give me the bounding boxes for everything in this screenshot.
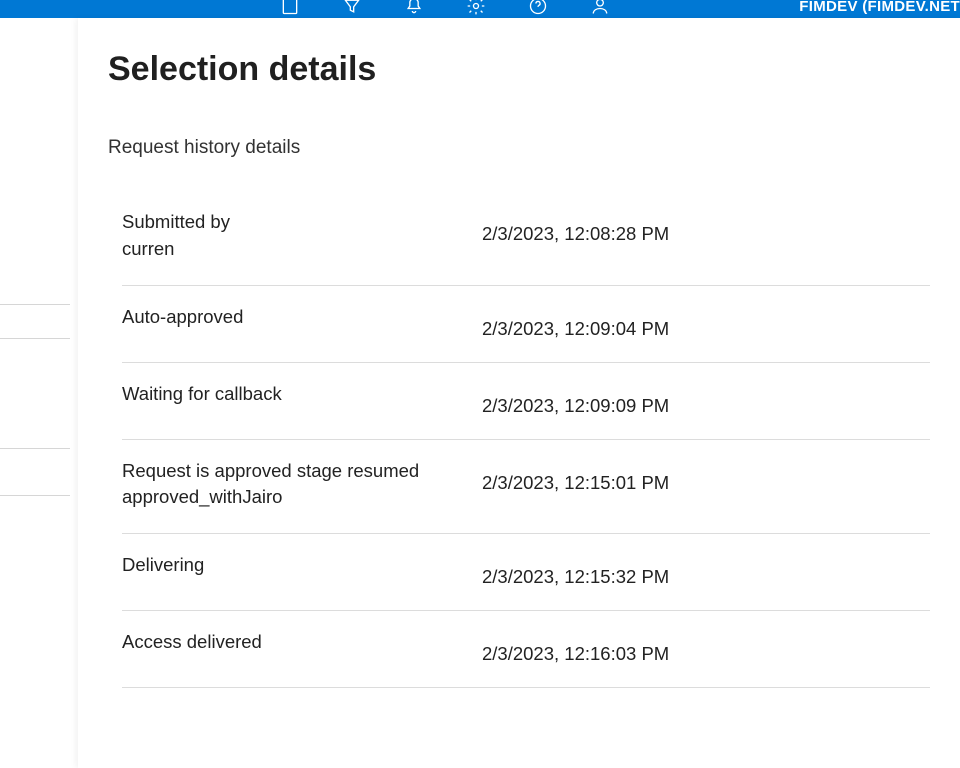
history-timestamp: 2/3/2023, 12:15:32 PM: [482, 552, 930, 588]
book-icon[interactable]: [280, 0, 300, 20]
history-status: Delivering: [122, 552, 482, 579]
feedback-icon[interactable]: [590, 0, 610, 20]
nav-divider: [0, 338, 70, 339]
history-row: Submitted by curren 2/3/2023, 12:08:28 P…: [122, 199, 930, 286]
history-timestamp: 2/3/2023, 12:15:01 PM: [482, 458, 930, 494]
history-status: Submitted by curren: [122, 209, 482, 263]
left-nav-column: [0, 18, 70, 768]
history-status-text: Request is approved stage resumed: [122, 460, 419, 481]
nav-divider: [0, 495, 70, 496]
history-row: Access delivered 2/3/2023, 12:16:03 PM: [122, 611, 930, 688]
history-status-detail: approved_withJairo: [122, 484, 482, 511]
history-status: Request is approved stage resumed approv…: [122, 458, 482, 512]
section-heading: Request history details: [108, 137, 930, 159]
history-status-text: Delivering: [122, 554, 204, 575]
history-status-detail: curren: [122, 236, 482, 263]
history-row: Auto-approved 2/3/2023, 12:09:04 PM: [122, 286, 930, 363]
history-row: Delivering 2/3/2023, 12:15:32 PM: [122, 534, 930, 611]
details-panel: Selection details Request history detail…: [78, 18, 960, 768]
help-icon[interactable]: [528, 0, 548, 20]
nav-divider: [0, 448, 70, 449]
history-row: Request is approved stage resumed approv…: [122, 440, 930, 535]
panel-title: Selection details: [108, 50, 930, 89]
tenant-label[interactable]: FIMDEV (FIMDEV.NET: [799, 0, 960, 15]
history-status: Auto-approved: [122, 304, 482, 331]
history-list: Submitted by curren 2/3/2023, 12:08:28 P…: [108, 199, 930, 688]
filter-icon[interactable]: [342, 0, 362, 20]
history-status-text: Auto-approved: [122, 306, 243, 327]
history-status-text: Submitted by: [122, 211, 230, 232]
top-command-bar: FIMDEV (FIMDEV.NET: [0, 0, 960, 18]
top-bar-icon-group: [280, 0, 610, 20]
bell-icon[interactable]: [404, 0, 424, 20]
nav-divider: [0, 304, 70, 305]
history-status: Access delivered: [122, 629, 482, 656]
history-timestamp: 2/3/2023, 12:08:28 PM: [482, 209, 930, 245]
history-row: Waiting for callback 2/3/2023, 12:09:09 …: [122, 363, 930, 440]
history-timestamp: 2/3/2023, 12:16:03 PM: [482, 629, 930, 665]
history-status-text: Waiting for callback: [122, 383, 282, 404]
history-status-text: Access delivered: [122, 631, 262, 652]
gear-icon[interactable]: [466, 0, 486, 20]
history-status: Waiting for callback: [122, 381, 482, 408]
history-timestamp: 2/3/2023, 12:09:09 PM: [482, 381, 930, 417]
history-timestamp: 2/3/2023, 12:09:04 PM: [482, 304, 930, 340]
